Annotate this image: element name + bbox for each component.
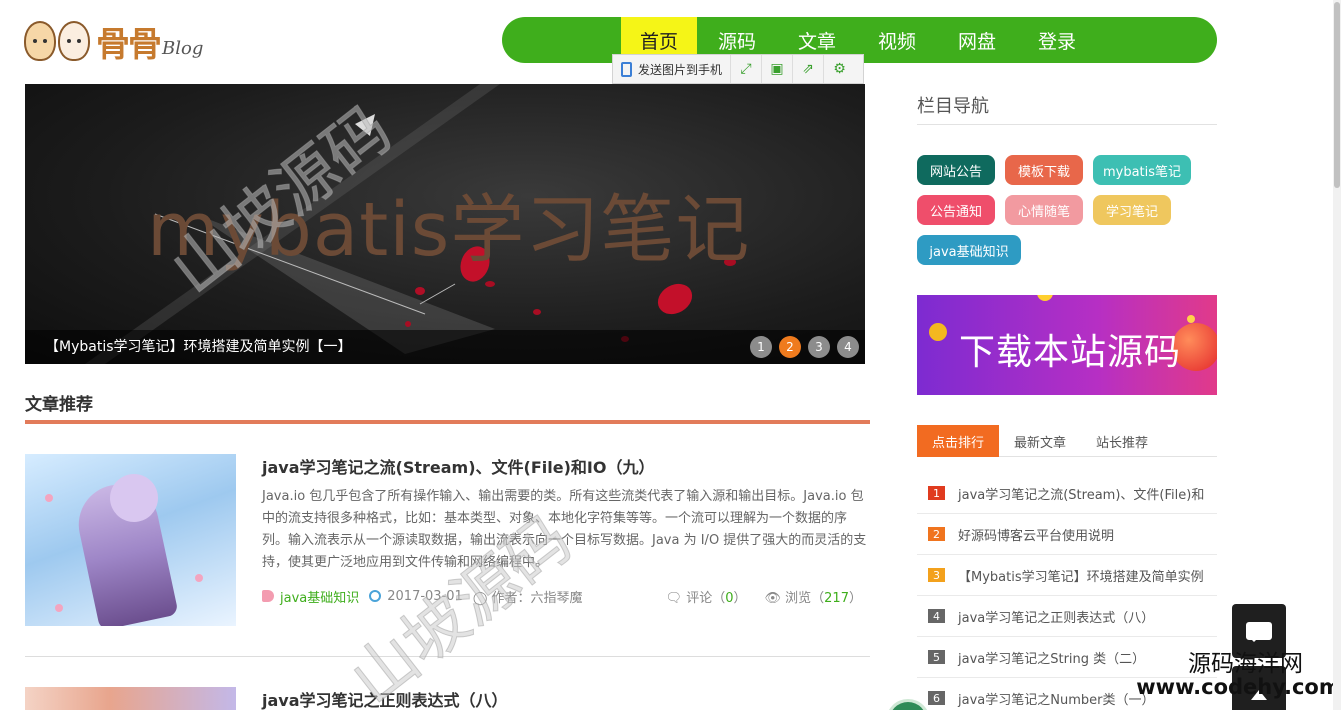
site-watermark-line1: 源码海洋网 <box>1188 651 1303 677</box>
nav-item-videos[interactable]: 视频 <box>857 17 937 63</box>
rank-title: 【Mybatis学习笔记】环境搭建及简单实例 <box>958 569 1204 585</box>
article-views: 👁 浏览（217） <box>764 590 863 606</box>
rank-title: java学习笔记之正则表达式（八） <box>958 610 1155 626</box>
rank-item[interactable]: 4 java学习笔记之正则表达式（八） <box>917 596 1217 637</box>
article-date-text: 2017-03-01 <box>387 588 463 604</box>
article-item: java学习笔记之正则表达式（八） <box>25 687 870 710</box>
rank-title: java学习笔记之String 类（二） <box>958 651 1146 667</box>
article-meta: java基础知识 2017-03-01 ◯ 作者：六指琴魔 🗨 评论（0） 👁 … <box>262 586 862 606</box>
tag-icon <box>262 590 274 602</box>
banner-dot-3[interactable]: 3 <box>808 336 830 358</box>
rank-number: 4 <box>928 609 945 623</box>
save-icon[interactable]: ▣ <box>762 55 794 83</box>
logo-blog-text: Blog <box>162 37 204 59</box>
site-logo[interactable]: 骨骨 Blog <box>24 16 214 66</box>
comments-end: ） <box>733 590 747 606</box>
article-author-text: 作者：六指琴魔 <box>491 590 583 606</box>
rank-number: 2 <box>928 527 945 541</box>
image-toolbar: 发送图片到手机 ⤢ ▣ ⇗ ⚙ <box>612 54 864 84</box>
site-watermark: 源码海洋网 www.codehy.com <box>1136 652 1341 698</box>
ad-text: 下载本站源码 <box>959 332 1182 373</box>
nav-item-login[interactable]: 登录 <box>1017 17 1097 63</box>
sidebar-title-divider <box>917 124 1217 125</box>
rank-number: 6 <box>928 691 945 705</box>
chat-icon <box>1246 622 1272 642</box>
send-to-phone-button[interactable]: 发送图片到手机 <box>613 55 732 83</box>
article-divider <box>25 656 870 657</box>
tab-latest-articles[interactable]: 最新文章 <box>999 425 1081 457</box>
banner-dot-4[interactable]: 4 <box>837 336 859 358</box>
article-summary: Java.io 包几乎包含了所有操作输入、输出需要的类。所有这些流类代表了输入源… <box>262 489 867 570</box>
rank-title: java学习笔记之Number类（一） <box>958 692 1155 708</box>
rank-title: java学习笔记之流(Stream)、文件(File)和 <box>958 487 1205 503</box>
category-tag[interactable]: 模板下载 <box>1005 155 1083 185</box>
tab-recommended[interactable]: 站长推荐 <box>1081 425 1163 457</box>
category-tag[interactable]: 公告通知 <box>917 195 995 225</box>
article-title[interactable]: java学习笔记之正则表达式（八） <box>262 687 508 710</box>
rank-item[interactable]: 3 【Mybatis学习笔记】环境搭建及简单实例 <box>917 555 1217 596</box>
rank-title: 好源码博客云平台使用说明 <box>958 528 1115 544</box>
rank-number: 5 <box>928 650 945 664</box>
category-tag[interactable]: java基础知识 <box>917 235 1021 265</box>
share-icon[interactable]: ⇗ <box>793 55 825 83</box>
nav-item-netdisk[interactable]: 网盘 <box>937 17 1017 63</box>
category-tag[interactable]: 学习笔记 <box>1093 195 1171 225</box>
banner-caption[interactable]: 【Mybatis学习笔记】环境搭建及简单实例【一】 <box>45 336 352 356</box>
anime-head <box>110 474 158 522</box>
views-end: ） <box>848 590 862 606</box>
article-comments[interactable]: 🗨 评论（0） <box>666 587 747 606</box>
rank-number: 3 <box>928 568 945 582</box>
scrollbar-thumb[interactable] <box>1334 2 1340 188</box>
site-watermark-line2: www.codehy.com <box>1136 675 1341 700</box>
category-tag[interactable]: 网站公告 <box>917 155 995 185</box>
sidebar-nav-title: 栏目导航 <box>917 96 989 117</box>
section-underline <box>25 420 870 424</box>
mascot-icon <box>24 21 90 61</box>
rank-tabs: 点击排行 最新文章 站长推荐 <box>917 425 1217 457</box>
article-thumbnail[interactable] <box>25 454 236 626</box>
expand-icon[interactable]: ⤢ <box>731 55 763 83</box>
category-tag[interactable]: 心情随笔 <box>1005 195 1083 225</box>
article-thumbnail[interactable] <box>25 687 236 710</box>
banner-big-title: mybatis学习笔记 <box>147 187 751 273</box>
clock-icon <box>369 590 382 602</box>
article-date: 2017-03-01 <box>369 589 463 604</box>
rank-item[interactable]: 2 好源码博客云平台使用说明 <box>917 514 1217 555</box>
article-tag[interactable]: java基础知识 <box>262 587 359 606</box>
phone-icon <box>621 61 632 77</box>
rank-number: 1 <box>928 486 945 500</box>
chat-button[interactable] <box>1232 604 1286 658</box>
page-scrollbar[interactable] <box>1333 0 1341 710</box>
mascot-face-right <box>58 21 90 61</box>
article-item: java学习笔记之流(Stream)、文件(File)和IO（九） Java.i… <box>25 454 870 634</box>
rank-item[interactable]: 1 java学习笔记之流(Stream)、文件(File)和 <box>917 473 1217 514</box>
mascot-face-left <box>24 21 56 61</box>
article-tag-label: java基础知识 <box>280 590 360 606</box>
category-tag[interactable]: mybatis笔记 <box>1093 155 1191 185</box>
gear-icon[interactable]: ⚙ <box>824 55 855 83</box>
send-to-phone-label: 发送图片到手机 <box>638 62 723 77</box>
banner-dot-1[interactable]: 1 <box>750 336 772 358</box>
views-count: 217 <box>824 590 849 606</box>
article-author: ◯ 作者：六指琴魔 <box>472 590 583 606</box>
download-source-ad[interactable]: 下载本站源码 <box>917 295 1217 395</box>
article-title[interactable]: java学习笔记之流(Stream)、文件(File)和IO（九） <box>262 454 654 478</box>
banner-pagination: 1 2 3 4 <box>750 336 859 358</box>
section-title: 文章推荐 <box>25 395 93 415</box>
banner-slider[interactable]: mybatis学习笔记 【Mybatis学习笔记】环境搭建及简单实例【一】 1 … <box>25 84 865 364</box>
comments-label: 评论（ <box>686 590 726 606</box>
views-label: 浏览（ <box>785 590 825 606</box>
tab-click-ranking[interactable]: 点击排行 <box>917 425 1000 457</box>
banner-dot-2[interactable]: 2 <box>779 336 801 358</box>
logo-brand-text: 骨骨 <box>96 24 162 65</box>
